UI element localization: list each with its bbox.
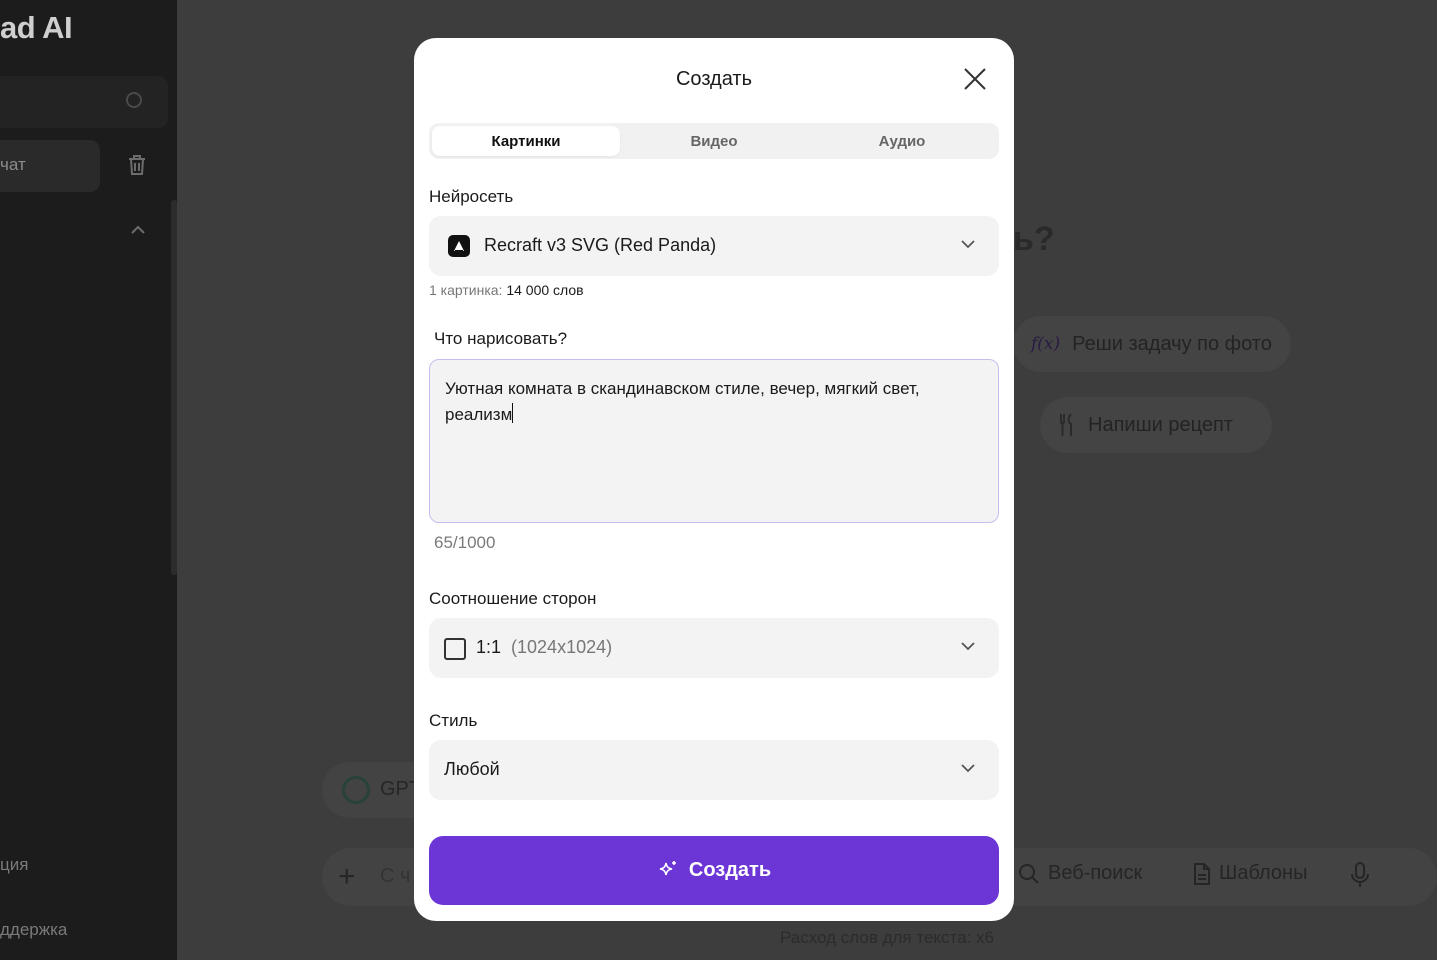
chevron-down-icon [961,642,975,651]
trash-icon[interactable] [128,154,146,176]
microphone-button[interactable] [1350,862,1370,888]
prompt-label: Что нарисовать? [434,329,568,348]
ratio-detail: (1024x1024) [511,637,613,657]
neural-net-label: Нейросеть [429,187,514,206]
style-label: Стиль [429,711,478,730]
ratio-value: 1:1 [476,637,502,657]
sidebar-support-item[interactable]: ддержка [0,920,67,940]
chevron-down-icon [961,764,975,773]
recraft-icon [448,235,470,257]
cost-note: 1 картинка: 14 000 слов [429,282,584,298]
document-icon [1194,862,1210,885]
cost-value: 14 000 слов [506,282,584,298]
create-button-label: Создать [688,859,772,881]
prompt-textarea[interactable]: Уютная комната в скандинавском стиле, ве… [429,359,999,523]
function-icon: f(x) [1031,334,1061,354]
main-heading: ь? [1013,220,1055,258]
sidebar: ad AI чат ция ддержка [0,0,177,960]
aspect-ratio-select[interactable]: 1:1 (1024x1024) [429,618,999,678]
media-tabs: Картинки Видео Аудио [429,123,999,159]
suggestion-chip[interactable]: f(x) Реши задачу по фото [1013,316,1291,372]
text-caret [512,403,514,423]
sparkle-icon [659,860,676,875]
chat-input-placeholder: С ч [380,865,411,887]
modal-title: Создать [675,68,752,90]
web-search-label: Веб-поиск [1048,862,1143,884]
close-icon[interactable] [962,66,988,92]
style-select[interactable]: Любой [429,740,999,800]
chevron-up-icon[interactable] [130,222,146,238]
neural-net-select[interactable]: Recraft v3 SVG (Red Panda) [429,216,999,276]
create-modal: Создать Картинки Видео Аудио Нейросеть R… [414,38,1014,921]
usage-note: Расход слов для текста: х6 [780,928,994,947]
suggestion-chip[interactable]: Напиши рецепт [1040,397,1272,453]
templates-button[interactable]: Шаблоны [1193,862,1307,885]
templates-label: Шаблоны [1219,862,1308,884]
tab-images[interactable]: Картинки [432,126,620,156]
suggestion-label: Напиши рецепт [1088,413,1233,436]
aspect-ratio-label: Соотношение сторон [429,589,597,608]
sidebar-bottom-item[interactable]: ция [0,855,28,875]
sidebar-search[interactable] [0,76,168,128]
suggestion-label: Реши задачу по фото [1072,332,1272,355]
sidebar-chat-item[interactable]: чат [0,140,100,192]
search-icon [126,92,142,108]
style-value: Любой [444,759,500,779]
fork-knife-icon [1060,413,1072,436]
neural-net-value: Recraft v3 SVG (Red Panda) [484,235,717,255]
char-counter: 65/1000 [434,533,496,552]
web-search-button[interactable]: Веб-поиск [1018,862,1142,885]
square-ratio-icon [444,638,466,660]
aspect-ratio-value: 1:1 (1024x1024) [476,637,612,658]
plus-icon[interactable]: + [338,860,356,894]
tab-video[interactable]: Видео [620,126,808,156]
prompt-text: Уютная комната в скандинавском стиле, ве… [445,379,920,424]
microphone-icon [1351,862,1369,887]
app-logo: ad AI [0,10,73,45]
gpt-icon [342,776,370,804]
tab-audio[interactable]: Аудио [808,126,996,156]
cost-prefix: 1 картинка: [429,282,503,298]
sidebar-chat-label: чат [0,155,26,174]
chevron-down-icon [961,240,975,249]
create-submit-button[interactable]: Создать [429,836,999,905]
search-icon [1019,863,1039,884]
